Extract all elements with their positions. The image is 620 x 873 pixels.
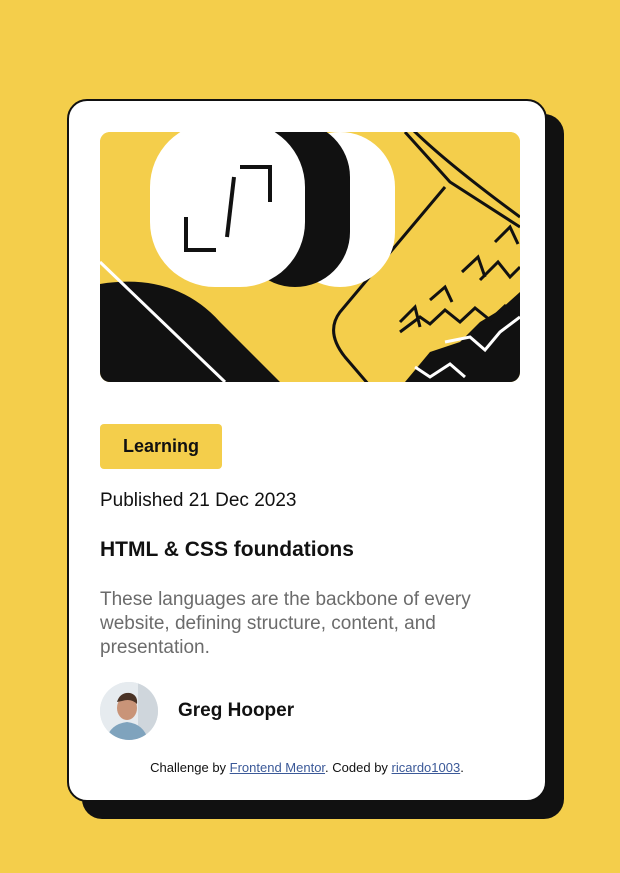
frontend-mentor-link[interactable]: Frontend Mentor [230,760,325,775]
card-description: These languages are the backbone of ever… [100,589,471,658]
attribution-middle: . Coded by [325,760,392,775]
author-link[interactable]: ricardo1003 [392,760,461,775]
published-date: Published 21 Dec 2023 [100,490,297,511]
author: Greg Hooper [100,681,294,741]
abstract-illustration-icon [100,132,520,382]
attribution-suffix: . [460,760,464,775]
attribution: Challenge by Frontend Mentor. Coded by r… [69,760,545,775]
attribution-prefix: Challenge by [150,760,230,775]
avatar-photo-icon [100,682,158,740]
category-tag: Learning [100,424,222,469]
card-title[interactable]: HTML & CSS foundations [100,538,354,562]
blog-preview-card: Learning Published 21 Dec 2023 HTML & CS… [67,99,547,802]
author-name: Greg Hooper [178,700,295,721]
